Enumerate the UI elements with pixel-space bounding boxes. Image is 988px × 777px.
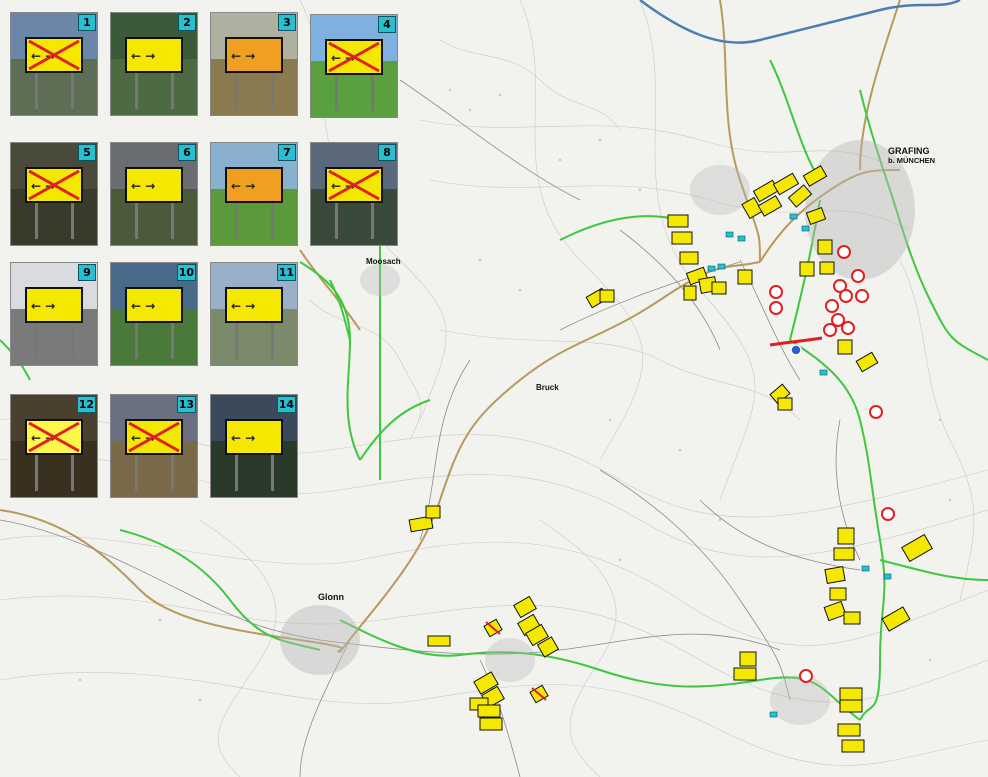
sign-photo[interactable]: ← → 6 — [110, 142, 198, 246]
photo-number-badge: 14 — [276, 396, 296, 413]
detour-sign-marker[interactable] — [739, 651, 757, 667]
no-entry-icon[interactable] — [837, 245, 851, 259]
camera-position-icon[interactable] — [707, 265, 716, 272]
camera-position-icon[interactable] — [725, 231, 734, 238]
photo-number-badge: 12 — [76, 396, 96, 413]
arrow-icon: ← → — [31, 299, 56, 313]
detour-sign-marker[interactable] — [817, 239, 833, 255]
no-entry-icon[interactable] — [881, 507, 895, 521]
detour-sign-marker[interactable] — [667, 214, 689, 228]
no-entry-icon[interactable] — [769, 285, 783, 299]
arrow-icon: ← → — [231, 299, 256, 313]
detour-sign-marker[interactable] — [799, 261, 815, 277]
camera-position-icon[interactable] — [861, 565, 870, 572]
detour-sign-marker[interactable] — [837, 723, 861, 737]
sign-photo[interactable]: ← → 9 — [10, 262, 98, 366]
no-entry-icon[interactable] — [799, 669, 813, 683]
detour-sign-marker[interactable] — [819, 261, 835, 275]
detour-sign-marker[interactable] — [839, 699, 863, 713]
sign-photo[interactable]: ← → 10 — [110, 262, 198, 366]
photo-number-badge: 3 — [278, 14, 296, 31]
photo-number-badge: 1 — [78, 14, 96, 31]
photo-number-badge: 6 — [178, 144, 196, 161]
no-entry-icon[interactable] — [769, 301, 783, 315]
sign-photo[interactable]: ← → 13 — [110, 394, 198, 498]
sign-photo[interactable]: ← → 7 — [210, 142, 298, 246]
detour-sign-marker[interactable] — [733, 667, 757, 681]
sign-photo[interactable]: ← → 5 — [10, 142, 98, 246]
detour-sign-marker[interactable] — [777, 397, 793, 411]
detour-sign-marker[interactable] — [671, 231, 693, 245]
detour-sign-marker[interactable] — [737, 269, 753, 285]
detour-sign-marker[interactable] — [679, 251, 699, 265]
photo-number-badge: 4 — [378, 16, 396, 33]
arrow-icon: ← → — [131, 49, 156, 63]
sign-photo[interactable]: ← → 14 — [210, 394, 298, 498]
sign-photo[interactable]: ← → 3 — [210, 12, 298, 116]
detour-sign-marker[interactable] — [833, 547, 855, 561]
camera-position-icon[interactable] — [801, 225, 810, 232]
camera-position-icon[interactable] — [717, 263, 726, 270]
camera-position-icon[interactable] — [883, 573, 892, 580]
no-entry-icon[interactable] — [855, 289, 869, 303]
strike-through-icon — [28, 169, 80, 201]
detour-sign-marker[interactable] — [841, 739, 865, 753]
sign-photo[interactable]: ← → 8 — [310, 142, 398, 246]
detour-sign-marker[interactable] — [843, 611, 861, 625]
arrow-icon: ← → — [231, 431, 256, 445]
detour-sign-marker[interactable] — [837, 527, 855, 545]
roundabout-icon[interactable] — [790, 344, 802, 356]
detour-sign-marker[interactable] — [479, 717, 503, 731]
detour-sign-marker[interactable] — [477, 704, 501, 718]
photo-number-badge: 2 — [178, 14, 196, 31]
topographic-map[interactable]: GRAFING b. MÜNCHEN Moosach Glonn Bruck — [0, 0, 988, 777]
strike-through-icon — [128, 421, 180, 453]
strike-through-icon — [328, 169, 380, 201]
town-label-grafing-sub: b. MÜNCHEN — [888, 156, 935, 165]
no-entry-icon[interactable] — [823, 323, 837, 337]
detour-sign-marker[interactable] — [683, 285, 697, 301]
sign-photo[interactable]: ← → 2 — [110, 12, 198, 116]
camera-position-icon[interactable] — [769, 711, 778, 718]
no-entry-icon[interactable] — [869, 405, 883, 419]
no-entry-icon[interactable] — [841, 321, 855, 335]
sign-photo[interactable]: ← → 12 — [10, 394, 98, 498]
arrow-icon: ← → — [131, 299, 156, 313]
sign-photo[interactable]: ← → 1 — [10, 12, 98, 116]
photo-number-badge: 5 — [78, 144, 96, 161]
detour-sign-marker[interactable] — [829, 587, 847, 601]
photo-number-badge: 8 — [378, 144, 396, 161]
arrow-icon: ← → — [131, 179, 156, 193]
town-label-moosach: Moosach — [366, 257, 401, 266]
no-entry-icon[interactable] — [825, 299, 839, 313]
detour-sign-marker[interactable] — [599, 289, 615, 303]
arrow-icon: ← → — [231, 179, 256, 193]
detour-sign-marker[interactable] — [711, 281, 727, 295]
no-entry-icon[interactable] — [839, 289, 853, 303]
detour-sign-marker[interactable] — [839, 687, 863, 701]
photo-number-badge: 13 — [176, 396, 196, 413]
sign-photo[interactable]: ← → 11 — [210, 262, 298, 366]
town-label-grafing: GRAFING — [888, 146, 930, 156]
map-stage: GRAFING b. MÜNCHEN Moosach Glonn Bruck ←… — [0, 0, 988, 777]
detour-sign-marker[interactable] — [425, 505, 441, 519]
town-label-bruck: Bruck — [536, 383, 559, 392]
photo-number-badge: 10 — [176, 264, 196, 281]
strike-through-icon — [28, 39, 80, 71]
strike-through-icon — [328, 41, 380, 73]
camera-position-icon[interactable] — [789, 213, 798, 220]
no-entry-icon[interactable] — [851, 269, 865, 283]
photo-number-badge: 7 — [278, 144, 296, 161]
detour-sign-marker[interactable] — [824, 565, 846, 585]
photo-number-badge: 11 — [276, 264, 296, 281]
sign-photo[interactable]: ← → 4 — [310, 14, 398, 118]
arrow-icon: ← → — [231, 49, 256, 63]
camera-position-icon[interactable] — [819, 369, 828, 376]
detour-sign-marker[interactable] — [837, 339, 853, 355]
town-label-glonn: Glonn — [318, 592, 344, 602]
detour-sign-marker[interactable] — [427, 635, 451, 647]
camera-position-icon[interactable] — [737, 235, 746, 242]
strike-through-icon — [28, 421, 80, 453]
photo-number-badge: 9 — [78, 264, 96, 281]
